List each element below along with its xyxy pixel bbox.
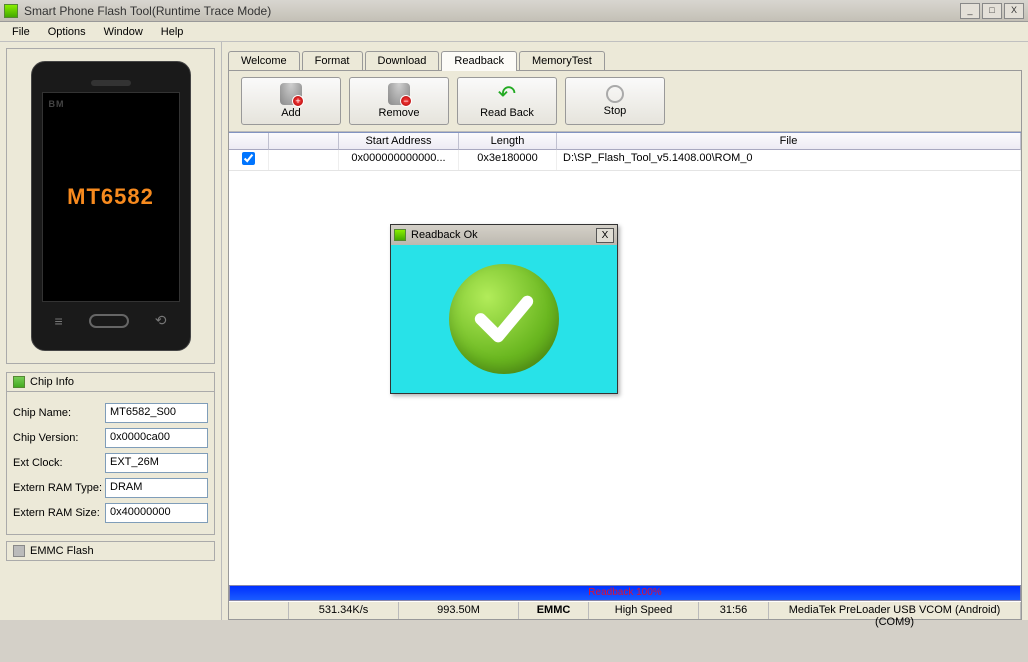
menu-options[interactable]: Options: [40, 24, 94, 40]
app-icon: [4, 4, 18, 18]
ram-size-label: Extern RAM Size:: [13, 507, 105, 519]
dialog-close-button[interactable]: X: [596, 228, 614, 243]
dialog-title: Readback Ok: [411, 229, 596, 241]
col-length[interactable]: Length: [459, 133, 557, 150]
status-device: MediaTek PreLoader USB VCOM (Android) (C…: [769, 602, 1021, 619]
phone-chip-label: MT6582: [67, 184, 154, 210]
success-check-icon: [449, 264, 559, 374]
status-mode: High Speed: [589, 602, 699, 619]
dialog-icon: [394, 229, 406, 241]
table-row[interactable]: 0x000000000000... 0x3e180000 D:\SP_Flash…: [229, 150, 1021, 171]
tab-format[interactable]: Format: [302, 51, 363, 70]
ram-size-value[interactable]: 0x40000000: [105, 503, 208, 523]
row-length: 0x3e180000: [459, 150, 557, 170]
status-size: 993.50M: [399, 602, 519, 619]
emmc-icon: [13, 545, 25, 557]
remove-button[interactable]: − Remove: [349, 77, 449, 125]
window-title: Smart Phone Flash Tool(Runtime Trace Mod…: [24, 4, 960, 18]
arrow-back-icon: ↶: [496, 83, 518, 105]
col-start-address[interactable]: Start Address: [339, 133, 459, 150]
emmc-flash-header[interactable]: EMMC Flash: [6, 541, 215, 561]
col-file[interactable]: File: [557, 133, 1021, 150]
chip-info-body: Chip Name: MT6582_S00 Chip Version: 0x00…: [6, 392, 215, 535]
status-bar: 531.34K/s 993.50M EMMC High Speed 31:56 …: [229, 601, 1021, 619]
menu-window[interactable]: Window: [96, 24, 151, 40]
menu-key-icon: ≡: [55, 313, 63, 329]
close-button[interactable]: X: [1004, 3, 1024, 19]
chip-info-title: Chip Info: [30, 376, 74, 388]
ext-clock-value[interactable]: EXT_26M: [105, 453, 208, 473]
chip-version-value[interactable]: 0x0000ca00: [105, 428, 208, 448]
dialog-body: [391, 245, 617, 393]
status-storage: EMMC: [519, 602, 589, 619]
tab-bar: Welcome Format Download Readback MemoryT…: [228, 48, 1022, 70]
phone-bm-label: BM: [49, 99, 65, 109]
menu-file[interactable]: File: [4, 24, 38, 40]
chip-info-header[interactable]: Chip Info: [6, 372, 215, 392]
maximize-button[interactable]: □: [982, 3, 1002, 19]
database-remove-icon: −: [388, 83, 410, 105]
col-name[interactable]: [269, 133, 339, 150]
ram-type-value[interactable]: DRAM: [105, 478, 208, 498]
menu-help[interactable]: Help: [153, 24, 192, 40]
row-checkbox[interactable]: [242, 152, 255, 165]
minimize-button[interactable]: _: [960, 3, 980, 19]
progress-text: Readback 100%: [588, 587, 661, 598]
tab-content: + Add − Remove ↶ Read Back Stop: [228, 70, 1022, 620]
chip-version-label: Chip Version:: [13, 432, 105, 444]
row-start-address: 0x000000000000...: [339, 150, 459, 170]
status-speed: 531.34K/s: [289, 602, 399, 619]
emmc-flash-title: EMMC Flash: [30, 545, 94, 557]
toolbar: + Add − Remove ↶ Read Back Stop: [229, 71, 1021, 132]
progress-bar: Readback 100%: [229, 585, 1021, 601]
title-bar: Smart Phone Flash Tool(Runtime Trace Mod…: [0, 0, 1028, 22]
add-button[interactable]: + Add: [241, 77, 341, 125]
stop-icon: [606, 85, 624, 103]
home-key-icon: [89, 314, 129, 328]
tab-welcome[interactable]: Welcome: [228, 51, 300, 70]
tab-download[interactable]: Download: [365, 51, 440, 70]
tab-readback[interactable]: Readback: [441, 51, 517, 71]
chip-name-label: Chip Name:: [13, 407, 105, 419]
row-file: D:\SP_Flash_Tool_v5.1408.00\ROM_0: [557, 150, 1021, 170]
table-body-area: [229, 171, 1021, 585]
readback-table: Start Address Length File 0x000000000000…: [229, 132, 1021, 171]
database-add-icon: +: [280, 83, 302, 105]
tab-memorytest[interactable]: MemoryTest: [519, 51, 605, 70]
col-checkbox[interactable]: [229, 133, 269, 150]
stop-button[interactable]: Stop: [565, 77, 665, 125]
phone-preview: BM MT6582 ≡ ⟲: [6, 48, 215, 364]
status-time: 31:56: [699, 602, 769, 619]
ext-clock-label: Ext Clock:: [13, 457, 105, 469]
sidebar: BM MT6582 ≡ ⟲ Chip Info Chip Name: MT658…: [0, 42, 222, 620]
readback-ok-dialog: Readback Ok X: [390, 224, 618, 394]
menu-bar: File Options Window Help: [0, 22, 1028, 42]
chip-name-value[interactable]: MT6582_S00: [105, 403, 208, 423]
ram-type-label: Extern RAM Type:: [13, 482, 105, 494]
back-key-icon: ⟲: [155, 312, 167, 329]
chip-icon: [13, 376, 25, 388]
readback-button[interactable]: ↶ Read Back: [457, 77, 557, 125]
